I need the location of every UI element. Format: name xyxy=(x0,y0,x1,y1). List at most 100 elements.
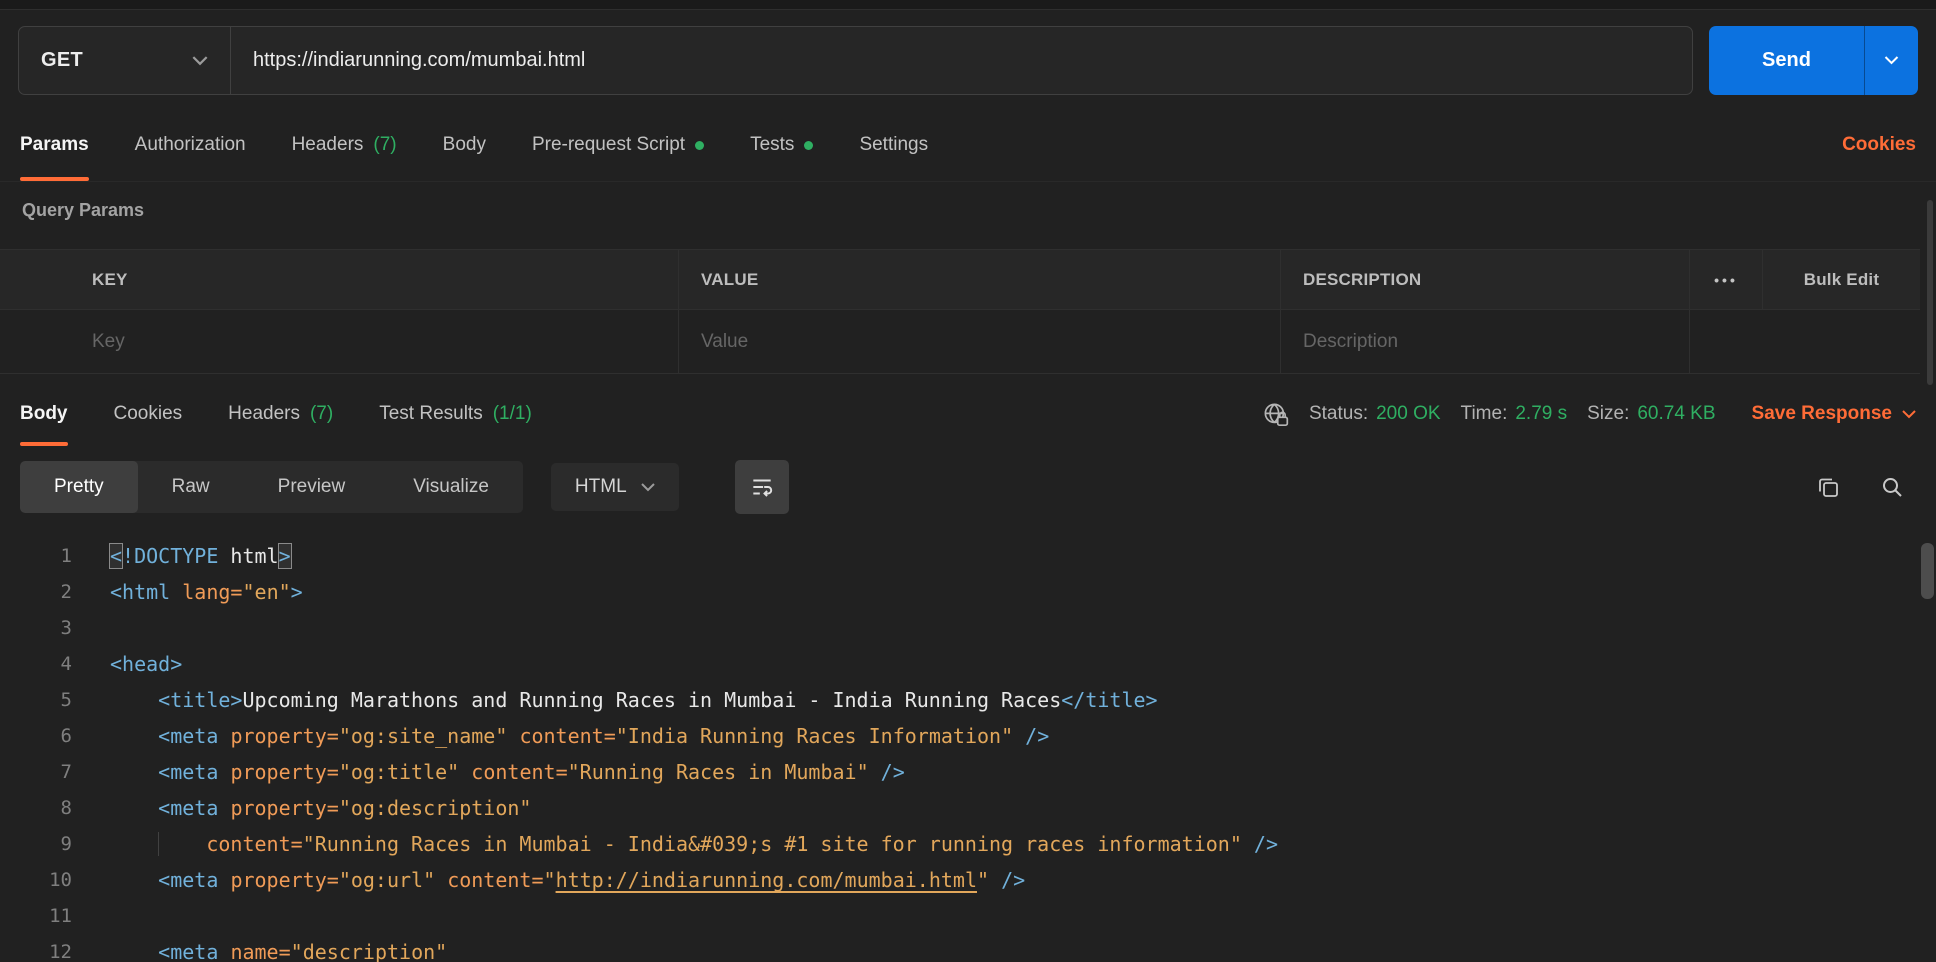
response-tab-body[interactable]: Body xyxy=(20,382,68,446)
response-body-code: 1 <!DOCTYPE html> 2 <html lang="en"> 3 4 <head… xyxy=(0,538,1936,962)
param-value-input[interactable] xyxy=(701,330,1258,353)
query-params-table: KEY VALUE DESCRIPTION ••• Bulk Edit xyxy=(0,249,1920,374)
tab-label: Pre-request Script xyxy=(531,133,686,155)
response-view-switcher: Pretty Raw Preview Visualize xyxy=(20,460,523,514)
postman-request-window: GET Send ParamsAuthorizationHeaders(7)Bo… xyxy=(0,0,1936,962)
request-tab-body[interactable]: Body xyxy=(443,108,486,181)
request-tabs: Params Authorization Headers (7) Body Pre-req… xyxy=(20,108,928,181)
request-tab-settings[interactable]: Settings xyxy=(859,108,928,181)
code-line: 3 xyxy=(0,610,1936,646)
method-url-control: GET xyxy=(18,26,1693,95)
line-number: 4 xyxy=(60,653,72,675)
send-button[interactable]: Send xyxy=(1709,26,1864,95)
response-header: Body Cookies Headers (7) Test Results (1/1) S… xyxy=(20,382,1916,446)
code-line-content: <meta property="og:site_name" content="I… xyxy=(158,724,1050,748)
code-line: 5 <title>Upcoming Marathons and Running … xyxy=(0,682,1936,718)
request-tab-tests[interactable]: Tests xyxy=(750,108,814,181)
view-tab-preview[interactable]: Preview xyxy=(244,461,380,514)
line-number: 3 xyxy=(60,617,72,639)
response-tabs: Body Cookies Headers (7) Test Results (1/1) xyxy=(20,382,532,446)
url-input[interactable] xyxy=(231,27,1692,94)
response-action-icons xyxy=(1816,475,1916,499)
tab-count-badge: (7) xyxy=(309,403,334,424)
time-label: Time: xyxy=(1460,403,1508,424)
code-line-content: <title>Upcoming Marathons and Running Ra… xyxy=(158,688,1158,712)
url-field-wrap xyxy=(231,27,1692,94)
send-options-button[interactable] xyxy=(1864,26,1918,95)
cookies-link[interactable]: Cookies xyxy=(1842,134,1916,156)
wrap-text-icon xyxy=(749,474,775,500)
save-response-button[interactable]: Save Response xyxy=(1752,403,1916,425)
line-number: 1 xyxy=(60,545,72,567)
tab-label: Body xyxy=(20,403,68,424)
language-label: HTML xyxy=(574,476,627,497)
code-line: 10 <meta property="og:url" content="http… xyxy=(0,862,1936,898)
line-number: 11 xyxy=(49,905,72,927)
row-handle-cell xyxy=(0,310,70,373)
status-label: Status: xyxy=(1308,403,1369,424)
column-header-key: KEY xyxy=(92,269,128,289)
row-handle-cell xyxy=(0,250,70,309)
code-line: 11 xyxy=(0,898,1936,934)
code-line: 6 <meta property="og:site_name" content=… xyxy=(0,718,1936,754)
more-actions-icon: ••• xyxy=(1714,271,1738,288)
status-value: 200 OK xyxy=(1376,403,1441,424)
response-tab-test-results[interactable]: Test Results (1/1) xyxy=(379,382,532,446)
line-number: 8 xyxy=(60,797,72,819)
tab-label: Test Results xyxy=(379,403,483,424)
line-number: 9 xyxy=(60,833,72,855)
green-status-dot-icon xyxy=(804,141,814,150)
chevron-down-icon xyxy=(640,482,655,492)
page-scrollbar[interactable] xyxy=(1927,200,1933,385)
chevron-down-icon xyxy=(1902,409,1916,419)
column-header-value: VALUE xyxy=(678,250,1280,309)
column-header-description: DESCRIPTION xyxy=(1280,250,1689,309)
request-tab-pre-request-script[interactable]: Pre-request Script xyxy=(531,108,705,181)
code-line: 4 <head> xyxy=(0,646,1936,682)
code-line: 9 content="Running Races in Mumbai - Ind… xyxy=(0,826,1936,862)
chevron-down-icon xyxy=(1884,56,1899,65)
chevron-down-icon xyxy=(192,55,208,66)
method-label: GET xyxy=(41,49,84,71)
copy-button[interactable] xyxy=(1816,475,1840,499)
window-top-divider xyxy=(0,0,1936,10)
search-button[interactable] xyxy=(1880,475,1904,499)
more-actions-button[interactable]: ••• xyxy=(1689,250,1762,309)
wrap-text-button[interactable] xyxy=(734,460,789,514)
param-description-cell xyxy=(1280,310,1689,373)
request-tab-authorization[interactable]: Authorization xyxy=(135,108,246,181)
ssl-certificate-globe-icon[interactable] xyxy=(1262,401,1289,428)
code-line-content: <!DOCTYPE html> xyxy=(108,543,292,569)
request-tab-params[interactable]: Params xyxy=(20,108,89,181)
response-tab-headers[interactable]: Headers (7) xyxy=(228,382,333,446)
size-value: 60.74 KB xyxy=(1637,403,1716,424)
green-status-dot-icon xyxy=(695,141,705,150)
view-tab-pretty[interactable]: Pretty xyxy=(20,460,138,514)
code-line: 12 <meta name="description" xyxy=(0,934,1936,962)
line-number: 10 xyxy=(49,869,72,891)
tab-count-badge: (1/1) xyxy=(492,403,532,424)
param-key-input[interactable] xyxy=(92,330,656,353)
response-tab-cookies[interactable]: Cookies xyxy=(114,382,183,446)
save-response-label: Save Response xyxy=(1751,403,1892,424)
tab-label: Authorization xyxy=(134,133,246,155)
view-tab-raw[interactable]: Raw xyxy=(138,461,244,514)
code-line: 1 <!DOCTYPE html> xyxy=(0,538,1936,574)
response-view-bar: Pretty Raw Preview Visualize HTML xyxy=(0,446,1936,524)
status-indicator: Status: 200 OK xyxy=(1309,403,1441,425)
param-description-input[interactable] xyxy=(1303,330,1667,353)
response-scrollbar[interactable] xyxy=(1921,543,1934,599)
code-line: 2 <html lang="en"> xyxy=(0,574,1936,610)
request-tab-headers[interactable]: Headers (7) xyxy=(292,108,397,181)
method-dropdown[interactable]: GET xyxy=(19,27,231,94)
query-params-input-row xyxy=(0,310,1920,374)
param-key-cell xyxy=(70,310,678,373)
size-indicator: Size: 60.74 KB xyxy=(1587,403,1715,425)
view-tab-visualize[interactable]: Visualize xyxy=(379,461,523,514)
bulk-edit-button[interactable]: Bulk Edit xyxy=(1762,250,1920,309)
line-number: 12 xyxy=(49,941,72,962)
line-number: 7 xyxy=(60,761,72,783)
tab-count-badge: (7) xyxy=(373,133,397,155)
param-value-cell xyxy=(678,310,1280,373)
language-dropdown[interactable]: HTML xyxy=(550,463,679,511)
